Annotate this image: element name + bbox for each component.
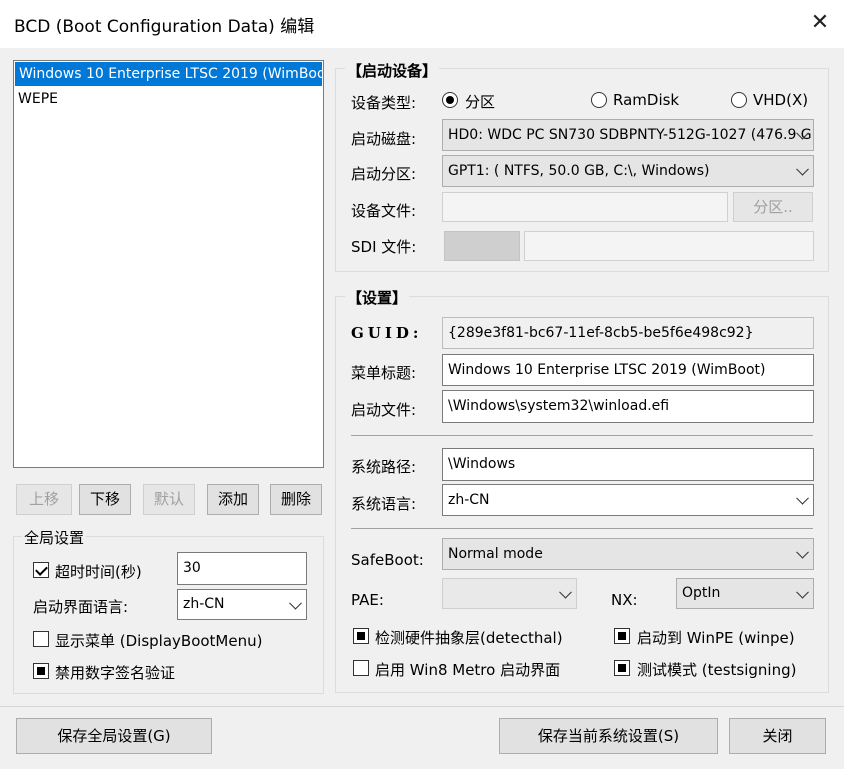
device-type-ramdisk-label: RamDisk (613, 91, 680, 109)
chevron-down-icon (796, 162, 809, 176)
boot-disk-label: 启动磁盘: (351, 130, 417, 148)
show-menu-checkbox[interactable] (33, 631, 49, 647)
show-menu-label: 显示菜单 (DisplayBootMenu) (55, 632, 263, 650)
pae-select[interactable] (442, 578, 577, 609)
system-lang-select[interactable]: zh-CN (442, 484, 814, 516)
boot-file-input[interactable]: \Windows\system32\winload.efi (442, 390, 814, 423)
chevron-down-icon (559, 585, 572, 599)
device-type-ramdisk-radio[interactable] (591, 92, 607, 108)
move-up-button[interactable]: 上移 (16, 484, 72, 515)
detecthal-checkbox[interactable] (353, 628, 369, 644)
close-icon[interactable]: ✕ (803, 6, 837, 40)
partition-browse-button[interactable]: 分区.. (733, 192, 813, 222)
boot-disk-value: HD0: WDC PC SN730 SDBPNTY-512G-1027 (476… (448, 127, 814, 143)
boot-partition-value: GPT1: ( NTFS, 50.0 GB, C:\, Windows) (448, 163, 710, 179)
move-down-button[interactable]: 下移 (79, 484, 131, 515)
system-path-label: 系统路径: (351, 458, 417, 476)
metro-label: 启用 Win8 Metro 启动界面 (375, 661, 561, 679)
guid-field[interactable]: {289e3f81-bc67-11ef-8cb5-be5f6e498c92} (442, 317, 814, 349)
safeboot-value: Normal mode (448, 546, 543, 562)
boot-device-title: 【启动设备】 (345, 60, 440, 81)
winpe-checkbox[interactable] (614, 628, 630, 644)
window-title: BCD (Boot Configuration Data) 编辑 (14, 17, 315, 37)
detecthal-label: 检测硬件抽象层(detecthal) (375, 629, 563, 647)
device-type-partition-label: 分区 (465, 93, 496, 111)
sdi-file-input[interactable] (524, 231, 814, 261)
settings-title: 【设置】 (345, 287, 410, 308)
chevron-down-icon (796, 545, 809, 559)
winpe-label: 启动到 WinPE (winpe) (637, 629, 795, 647)
disable-signature-label: 禁用数字签名验证 (55, 664, 176, 682)
boot-lang-label: 启动界面语言: (33, 598, 129, 616)
timeout-checkbox[interactable] (33, 562, 49, 578)
nx-label: NX: (611, 591, 638, 609)
chevron-down-icon (796, 585, 809, 599)
safeboot-select[interactable]: Normal mode (442, 538, 814, 570)
global-settings-title: 全局设置 (22, 527, 87, 548)
separator (351, 528, 813, 529)
list-item[interactable]: WEPE (14, 87, 323, 111)
add-entry-button[interactable]: 添加 (207, 484, 259, 515)
timeout-input[interactable]: 30 (177, 552, 307, 585)
footer-separator (0, 706, 844, 707)
disable-signature-checkbox[interactable] (33, 663, 49, 679)
safeboot-label: SafeBoot: (351, 551, 424, 569)
testsigning-checkbox[interactable] (614, 660, 630, 676)
chevron-down-icon (289, 596, 302, 610)
device-type-vhd-radio[interactable] (731, 92, 747, 108)
boot-file-label: 启动文件: (351, 401, 417, 419)
sdi-file-label: SDI 文件: (351, 238, 417, 256)
metro-checkbox[interactable] (353, 660, 369, 676)
system-lang-label: 系统语言: (351, 495, 417, 513)
close-button[interactable]: 关闭 (729, 718, 826, 754)
chevron-down-icon (796, 491, 809, 505)
system-lang-value: zh-CN (448, 492, 490, 508)
device-type-partition-radio[interactable] (442, 92, 458, 108)
list-item[interactable]: Windows 10 Enterprise LTSC 2019 (WimBoot… (15, 62, 322, 86)
save-current-button[interactable]: 保存当前系统设置(S) (499, 718, 718, 754)
save-global-button[interactable]: 保存全局设置(G) (16, 718, 212, 754)
device-type-label: 设备类型: (351, 94, 417, 112)
device-type-vhd-label: VHD(X) (753, 91, 809, 109)
boot-disk-select[interactable]: HD0: WDC PC SN730 SDBPNTY-512G-1027 (476… (442, 119, 814, 151)
testsigning-label: 测试模式 (testsigning) (637, 661, 797, 679)
nx-select[interactable]: OptIn (676, 578, 814, 609)
menu-title-label: 菜单标题: (351, 364, 417, 382)
guid-label: GUID: (351, 324, 423, 342)
delete-entry-button[interactable]: 删除 (270, 484, 322, 515)
boot-lang-value: zh-CN (183, 596, 225, 612)
device-file-label: 设备文件: (351, 202, 417, 220)
menu-title-input[interactable]: Windows 10 Enterprise LTSC 2019 (WimBoot… (442, 354, 814, 386)
boot-partition-select[interactable]: GPT1: ( NTFS, 50.0 GB, C:\, Windows) (442, 155, 814, 187)
system-path-input[interactable]: \Windows (442, 448, 814, 481)
boot-entry-list[interactable]: Windows 10 Enterprise LTSC 2019 (WimBoot… (13, 60, 324, 468)
separator (351, 435, 813, 436)
boot-partition-label: 启动分区: (351, 165, 417, 183)
timeout-label: 超时时间(秒) (55, 563, 142, 581)
sdi-browse-button[interactable] (444, 231, 520, 261)
device-file-input[interactable] (442, 192, 728, 222)
boot-lang-select[interactable]: zh-CN (177, 589, 307, 620)
nx-value: OptIn (682, 585, 721, 601)
set-default-button[interactable]: 默认 (143, 484, 195, 515)
pae-label: PAE: (351, 591, 384, 609)
